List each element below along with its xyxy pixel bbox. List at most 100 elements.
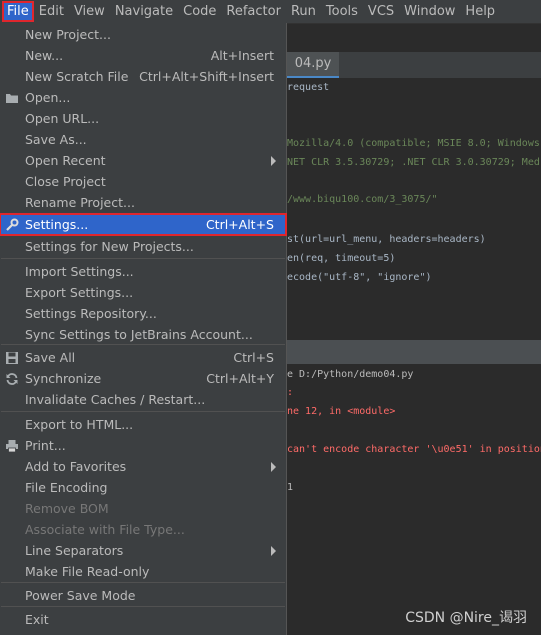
menu-item-open[interactable]: Open... [0,87,286,108]
code-line: /www.biqu100.com/3_3075/" [287,194,438,205]
menu-item-open-recent[interactable]: Open Recent [0,150,286,171]
menu-item-import-settings[interactable]: Import Settings... [0,261,286,282]
run-console[interactable]: e D:/Python/demo04.py: ne 12, in <module>… [287,364,541,635]
menu-item-shortcut: Ctrl+Alt+Y [206,371,274,386]
file-menu-dropdown: New Project... New... Alt+Insert New Scratc… [0,23,287,635]
menu-item-shortcut: Ctrl+Alt+Shift+Insert [139,69,274,84]
menu-item-associate-with-file-type: Associate with File Type... [0,519,286,540]
watermark: CSDN @Nire_谒羽 [405,610,527,626]
menubar-item-view[interactable]: View [69,1,110,22]
menu-item-label: Save All [25,350,76,365]
menu-item-close-project[interactable]: Close Project [0,171,286,192]
menu-item-sync-settings-to-jetbrains-account[interactable]: Sync Settings to JetBrains Account... [0,324,286,345]
menu-item-label: Line Separators [25,543,124,558]
menu-item-settings[interactable]: Settings... Ctrl+Alt+S [0,213,287,236]
console-line: e D:/Python/demo04.py [287,369,414,380]
menubar-item-navigate[interactable]: Navigate [110,1,178,22]
submenu-arrow-icon [271,546,276,556]
menu-item-label: Save As... [25,132,87,147]
editor-tab-bar: 04.py [287,52,541,79]
menubar-item-window[interactable]: Window [399,1,460,22]
menu-item-label: Invalidate Caches / Restart... [25,392,206,407]
menu-item-settings-for-new-projects[interactable]: Settings for New Projects... [0,236,286,257]
menu-item-new[interactable]: New... Alt+Insert [0,45,286,66]
menubar-item-help[interactable]: Help [460,1,500,22]
menu-item-label: Settings Repository... [25,306,157,321]
menu-item-label: Open... [25,90,71,105]
menu-separator [1,258,285,259]
submenu-arrow-icon [271,462,276,472]
menu-item-line-separators[interactable]: Line Separators [0,540,286,561]
menu-item-rename-project[interactable]: Rename Project... [0,192,286,213]
code-line: request [287,82,330,93]
run-panel-header [287,340,541,364]
code-editor[interactable]: request Mozilla/4.0 (compatible; MSIE 8.0… [287,78,541,340]
menubar-item-edit[interactable]: Edit [34,1,69,22]
console-line: can't encode character '\u0e51' in posit… [287,444,541,455]
menu-item-shortcut: Ctrl+S [233,350,274,365]
menubar-item-file[interactable]: File [2,1,34,22]
menu-item-label: Remove BOM [25,501,109,516]
menu-item-label: Settings... [25,217,89,232]
menu-item-label: Synchronize [25,371,102,386]
code-line: ecode("utf-8", "ignore") [287,272,432,283]
menu-item-export-to-html[interactable]: Export to HTML... [0,414,286,435]
sync-icon [5,372,19,386]
menu-item-make-file-read-only[interactable]: Make File Read-only [0,561,286,582]
menu-separator [1,582,285,583]
menu-item-label: Associate with File Type... [25,522,185,537]
menu-item-label: Exit [25,612,49,627]
menu-item-label: New... [25,48,64,63]
folder-icon [5,91,19,105]
menu-item-label: Print... [25,438,66,453]
menu-bar: File Edit View Navigate Code Refactor Run Tools… [0,0,541,24]
editor-tab[interactable]: 04.py [287,52,339,79]
menu-item-add-to-favorites[interactable]: Add to Favorites [0,456,286,477]
menu-item-label: Export to HTML... [25,417,134,432]
menu-item-new-scratch-file[interactable]: New Scratch File Ctrl+Alt+Shift+Insert [0,66,286,87]
print-icon [5,439,19,453]
menubar-item-vcs[interactable]: VCS [363,1,399,22]
menu-item-shortcut: Alt+Insert [210,48,274,63]
console-line: 1 [287,482,294,493]
menu-item-new-project[interactable]: New Project... [0,24,286,45]
menu-separator [1,411,285,412]
menu-item-label: Make File Read-only [25,564,150,579]
menu-item-label: Open URL... [25,111,100,126]
code-line: en(req, timeout=5) [287,253,396,264]
menu-item-open-url[interactable]: Open URL... [0,108,286,129]
menu-item-label: File Encoding [25,480,108,495]
menu-item-label: New Scratch File [25,69,129,84]
submenu-arrow-icon [271,156,276,166]
menubar-item-tools[interactable]: Tools [321,1,363,22]
menu-separator [1,606,285,607]
menu-item-file-encoding[interactable]: File Encoding [0,477,286,498]
console-line: : [287,387,294,398]
menu-item-save-as[interactable]: Save As... [0,129,286,150]
menu-item-settings-repository[interactable]: Settings Repository... [0,303,286,324]
menu-item-label: Add to Favorites [25,459,127,474]
menu-item-synchronize[interactable]: Synchronize Ctrl+Alt+Y [0,368,286,389]
code-line: NET CLR 3.5.30729; .NET CLR 3.0.30729; M… [287,157,540,168]
menu-item-export-settings[interactable]: Export Settings... [0,282,286,303]
menu-item-label: Sync Settings to JetBrains Account... [25,327,253,342]
menu-item-shortcut: Ctrl+Alt+S [205,217,274,232]
menu-item-print[interactable]: Print... [0,435,286,456]
menu-item-label: Export Settings... [25,285,134,300]
menu-item-power-save-mode[interactable]: Power Save Mode [0,585,286,606]
code-line: Mozilla/4.0 (compatible; MSIE 8.0; Windo… [287,138,540,149]
console-line: ne 12, in <module> [287,406,396,417]
menubar-item-run[interactable]: Run [286,1,321,22]
menu-item-label: Power Save Mode [25,588,136,603]
menubar-item-code[interactable]: Code [178,1,221,22]
menu-item-label: Close Project [25,174,106,189]
wrench-icon [5,218,19,232]
menu-item-exit[interactable]: Exit [0,609,286,630]
menu-item-remove-bom: Remove BOM [0,498,286,519]
menubar-item-refactor[interactable]: Refactor [221,1,286,22]
menu-item-save-all[interactable]: Save All Ctrl+S [0,347,286,368]
menu-item-invalidate-caches-restart[interactable]: Invalidate Caches / Restart... [0,389,286,410]
code-line: st(url=url_menu, headers=headers) [287,234,486,245]
menu-item-label: Rename Project... [25,195,135,210]
menu-item-label: Settings for New Projects... [25,239,194,254]
